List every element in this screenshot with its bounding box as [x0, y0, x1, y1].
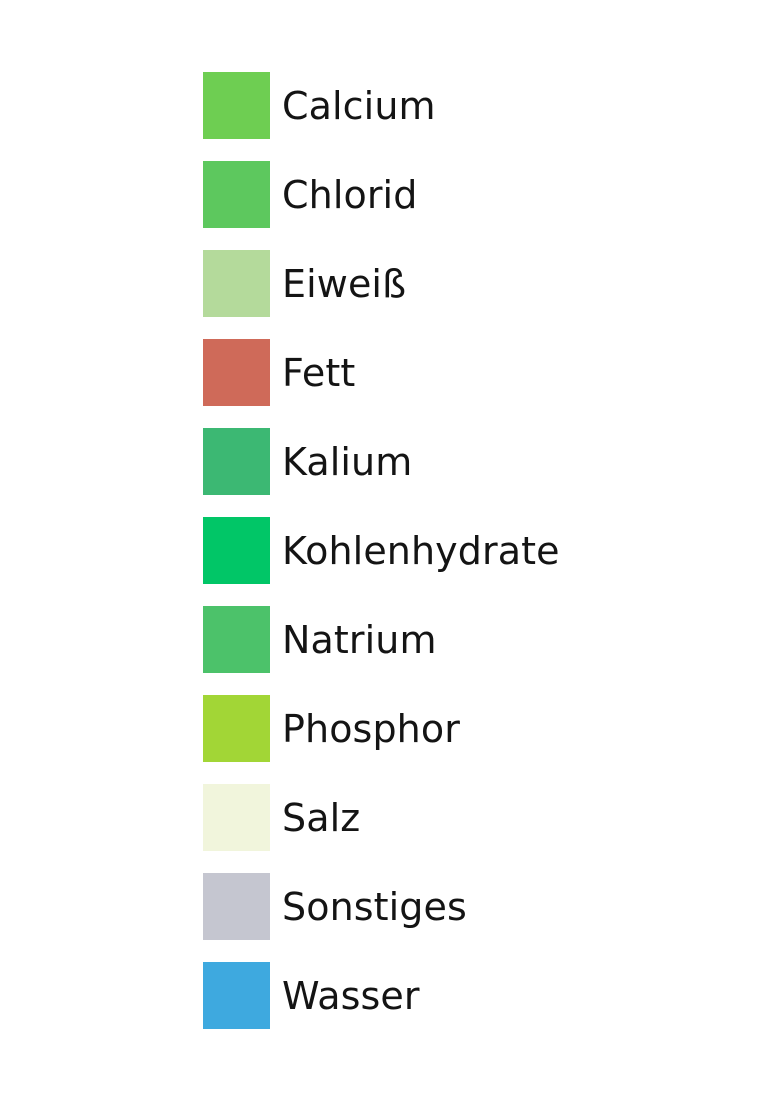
legend-color-swatch	[203, 606, 270, 673]
legend-color-swatch	[203, 428, 270, 495]
legend-item[interactable]: Wasser	[203, 962, 723, 1029]
legend-item[interactable]: Calcium	[203, 72, 723, 139]
legend-item[interactable]: Natrium	[203, 606, 723, 673]
legend-item[interactable]: Fett	[203, 339, 723, 406]
legend-item-label: Chlorid	[282, 173, 418, 217]
legend-color-swatch	[203, 161, 270, 228]
legend-item[interactable]: Kalium	[203, 428, 723, 495]
legend-item-list: Calcium Chlorid Eiweiß Fett Kalium Kohle…	[203, 72, 723, 1029]
legend-item-label: Eiweiß	[282, 262, 407, 306]
legend-color-swatch	[203, 784, 270, 851]
chart-legend-figure: Calcium Chlorid Eiweiß Fett Kalium Kohle…	[0, 0, 768, 1100]
legend-color-swatch	[203, 695, 270, 762]
legend-color-swatch	[203, 250, 270, 317]
legend-item[interactable]: Phosphor	[203, 695, 723, 762]
legend-item-label: Kalium	[282, 440, 413, 484]
legend-item-label: Natrium	[282, 618, 437, 662]
legend-color-swatch	[203, 962, 270, 1029]
legend-item-label: Kohlenhydrate	[282, 529, 560, 573]
legend-item-label: Fett	[282, 351, 356, 395]
legend-item-label: Salz	[282, 796, 361, 840]
legend-color-swatch	[203, 873, 270, 940]
legend-item-label: Calcium	[282, 84, 436, 128]
legend-item-label: Wasser	[282, 974, 420, 1018]
legend-color-swatch	[203, 517, 270, 584]
legend-item-label: Sonstiges	[282, 885, 467, 929]
legend-item[interactable]: Eiweiß	[203, 250, 723, 317]
legend-item-label: Phosphor	[282, 707, 460, 751]
legend-item[interactable]: Kohlenhydrate	[203, 517, 723, 584]
legend-color-swatch	[203, 72, 270, 139]
legend-item[interactable]: Salz	[203, 784, 723, 851]
legend-item[interactable]: Sonstiges	[203, 873, 723, 940]
legend-color-swatch	[203, 339, 270, 406]
legend-item[interactable]: Chlorid	[203, 161, 723, 228]
